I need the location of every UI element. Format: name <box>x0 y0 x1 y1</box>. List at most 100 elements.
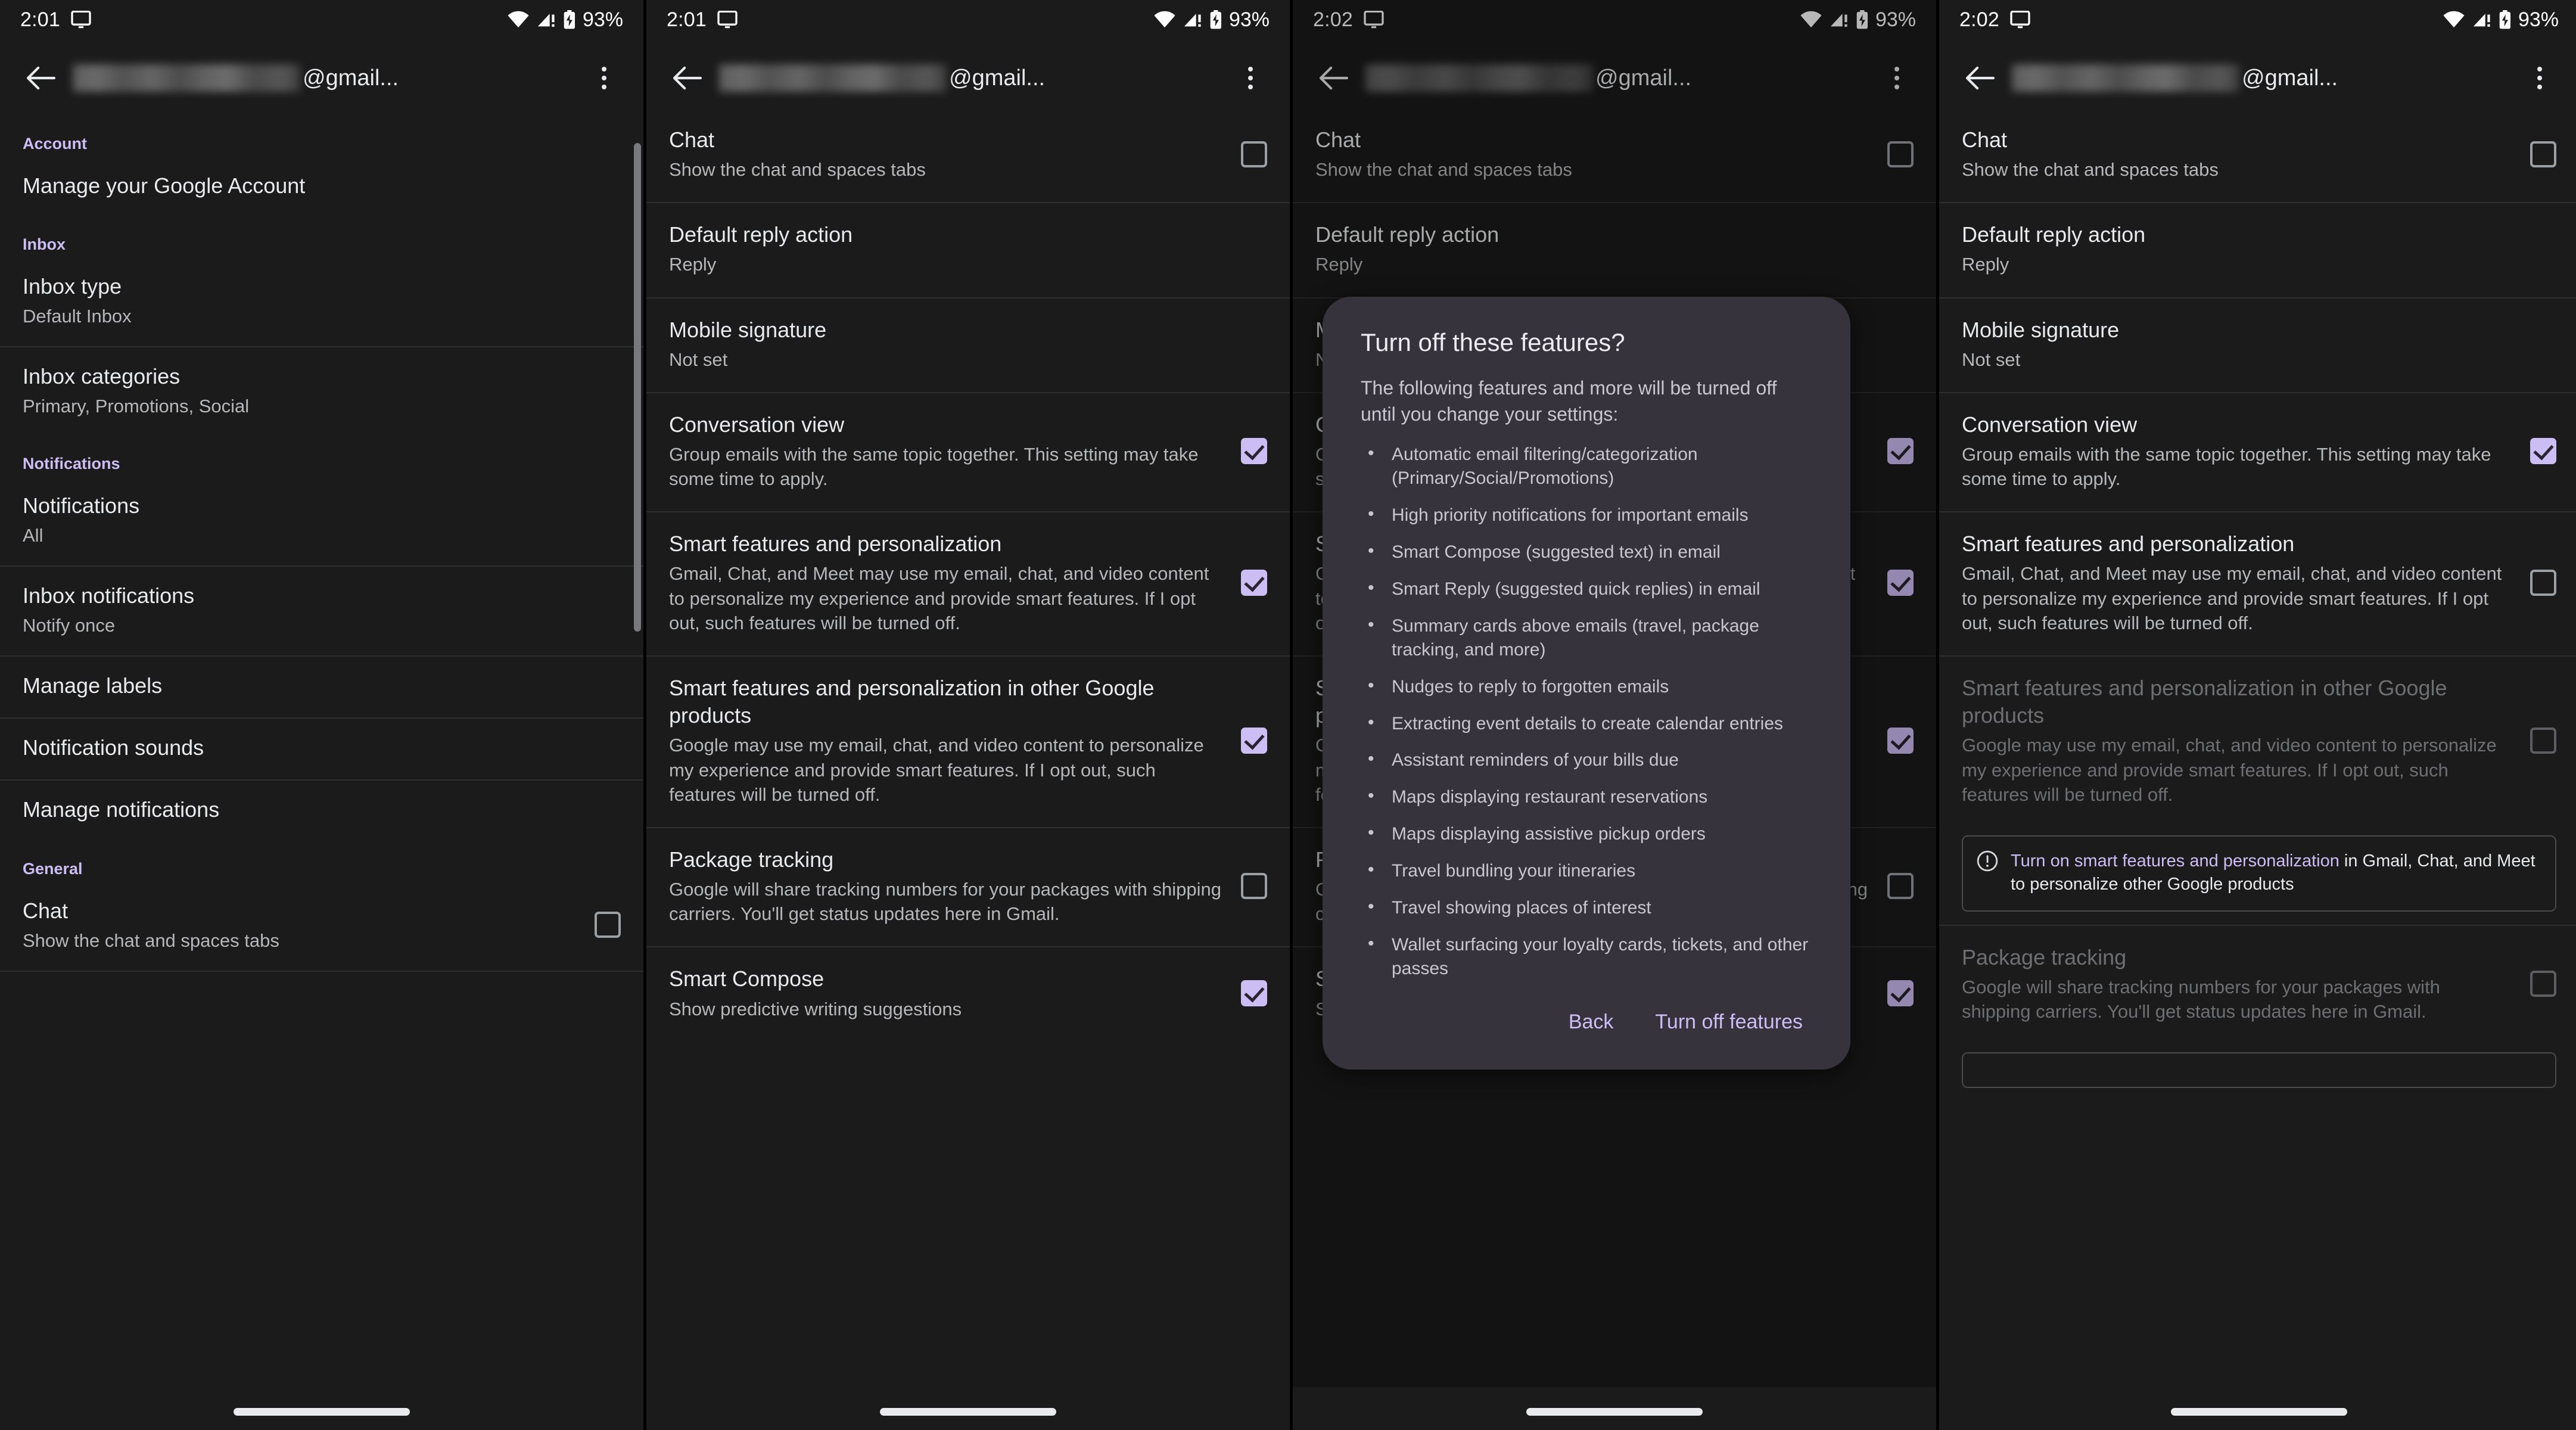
cellular-alert-icon <box>1183 11 1203 29</box>
row-title: Chat <box>23 898 69 923</box>
redacted-email-blur <box>2012 64 2239 92</box>
smart-features-checkbox[interactable] <box>1241 570 1267 596</box>
screenshot-strip: 2:01 93% @gmail... Account Manage your G… <box>0 0 2576 1430</box>
row-subtitle: Show the chat and spaces tabs <box>1962 159 2219 181</box>
section-header-notifications: Notifications <box>23 454 120 472</box>
row-manage-google-account[interactable]: Manage your Google Account <box>0 157 643 217</box>
gesture-home-bar[interactable] <box>880 1408 1056 1416</box>
account-email-suffix: @gmail... <box>949 65 1046 91</box>
kebab-menu-icon[interactable] <box>580 53 628 103</box>
row-package-tracking[interactable]: Package tracking Google will share track… <box>646 828 1290 947</box>
status-time: 2:01 <box>20 8 60 31</box>
row-title: Manage notifications <box>23 797 220 822</box>
row-title: Default reply action <box>669 222 853 247</box>
row-smart-compose[interactable]: Smart Compose Show predictive writing su… <box>646 947 1290 1041</box>
dialog-feature-list: Automatic email filtering/categorization… <box>1323 427 1850 980</box>
wifi-icon <box>2443 11 2465 29</box>
row-manage-labels[interactable]: Manage labels <box>0 657 643 717</box>
row-title: Notifications <box>23 493 140 518</box>
row-title: Conversation view <box>669 412 845 437</box>
package-tracking-info-banner[interactable] <box>1962 1052 2556 1089</box>
row-title: Conversation view <box>1962 412 2138 437</box>
row-manage-notifications[interactable]: Manage notifications <box>0 781 643 841</box>
smart-compose-checkbox[interactable] <box>1241 980 1267 1007</box>
wifi-icon <box>507 11 530 29</box>
account-title[interactable]: @gmail... <box>73 64 580 92</box>
row-default-reply-action[interactable]: Default reply action Reply <box>646 203 1290 297</box>
smart-features-checkbox[interactable] <box>2530 570 2556 596</box>
conversation-view-checkbox[interactable] <box>1241 438 1267 465</box>
chat-checkbox[interactable] <box>595 912 621 938</box>
kebab-menu-icon[interactable] <box>1227 53 1274 103</box>
row-mobile-signature[interactable]: Mobile signature Not set <box>646 299 1290 392</box>
gesture-home-bar[interactable] <box>1526 1408 1703 1416</box>
turn-off-features-button[interactable]: Turn off features <box>1644 1002 1813 1042</box>
smart-features-info-banner[interactable]: Turn on smart features and personalizati… <box>1962 835 2556 912</box>
cellular-alert-icon <box>536 11 556 29</box>
app-toolbar: @gmail... <box>1939 39 2576 117</box>
back-arrow-icon[interactable] <box>662 53 712 103</box>
back-arrow-icon[interactable] <box>15 53 66 103</box>
row-smart-features-other-products[interactable]: Smart features and personalization in ot… <box>646 657 1290 827</box>
list-item: Maps displaying restaurant reservations <box>1361 784 1815 809</box>
row-chat[interactable]: Chat Show the chat and spaces tabs <box>646 117 1290 202</box>
chat-checkbox[interactable] <box>2530 141 2556 167</box>
chat-checkbox[interactable] <box>1241 141 1267 167</box>
list-item: Smart Compose (suggested text) in email <box>1361 539 1815 564</box>
row-subtitle: Gmail, Chat, and Meet may use my email, … <box>1962 563 2502 633</box>
row-subtitle: Show predictive writing suggestions <box>669 998 962 1019</box>
list-item: Assistant reminders of your bills due <box>1361 747 1815 772</box>
smart-features-other-checkbox[interactable] <box>1241 728 1267 754</box>
vertical-scrollbar[interactable] <box>634 143 641 632</box>
settings-list-4: Chat Show the chat and spaces tabs Defau… <box>1939 117 2576 1089</box>
row-subtitle: Default Inbox <box>23 306 132 327</box>
row-chat[interactable]: Chat Show the chat and spaces tabs <box>1939 117 2576 202</box>
row-smart-features[interactable]: Smart features and personalization Gmail… <box>646 512 1290 655</box>
row-conversation-view[interactable]: Conversation view Group emails with the … <box>646 393 1290 512</box>
gesture-home-bar[interactable] <box>234 1408 410 1416</box>
list-item: Smart Reply (suggested quick replies) in… <box>1361 576 1815 601</box>
package-tracking-checkbox[interactable] <box>1241 873 1267 900</box>
row-inbox-type[interactable]: Inbox type Default Inbox <box>0 257 643 346</box>
list-item: Travel bundling your itineraries <box>1361 858 1815 883</box>
cast-icon <box>2010 11 2030 29</box>
row-subtitle: Group emails with the same topic togethe… <box>669 443 1199 490</box>
dialog-body: The following features and more will be … <box>1361 377 1777 425</box>
gesture-home-bar[interactable] <box>2171 1408 2347 1416</box>
back-arrow-icon[interactable] <box>1955 53 2005 103</box>
account-email-suffix: @gmail... <box>303 65 399 91</box>
row-subtitle: Google will share tracking numbers for y… <box>669 879 1222 925</box>
status-bar: 2:01 93% <box>0 0 643 39</box>
row-title: Chat <box>669 128 715 152</box>
account-title[interactable]: @gmail... <box>719 64 1227 92</box>
row-title: Mobile signature <box>1962 317 2120 342</box>
row-notification-sounds[interactable]: Notification sounds <box>0 719 643 779</box>
divider <box>0 970 643 972</box>
list-item: Extracting event details to create calen… <box>1361 711 1815 736</box>
row-title: Inbox categories <box>23 364 181 389</box>
battery-percent: 93% <box>582 8 623 31</box>
kebab-menu-icon[interactable] <box>2516 53 2563 103</box>
account-title[interactable]: @gmail... <box>2012 64 2516 92</box>
row-title: Inbox type <box>23 274 122 299</box>
row-conversation-view[interactable]: Conversation view Group emails with the … <box>1939 393 2576 512</box>
row-chat[interactable]: Chat Show the chat and spaces tabs <box>0 882 643 971</box>
settings-list-2: Chat Show the chat and spaces tabs Defau… <box>646 117 1290 1042</box>
row-smart-features[interactable]: Smart features and personalization Gmail… <box>1939 512 2576 655</box>
row-title: Manage labels <box>23 673 163 698</box>
battery-charging-icon <box>2499 10 2512 29</box>
back-button[interactable]: Back <box>1558 1002 1625 1042</box>
smart-features-other-checkbox <box>2530 728 2556 754</box>
banner-link-text[interactable]: Turn on smart features and personalizati… <box>2011 851 2339 871</box>
row-inbox-categories[interactable]: Inbox categories Primary, Promotions, So… <box>0 347 643 436</box>
row-notifications[interactable]: Notifications All <box>0 477 643 565</box>
row-mobile-signature[interactable]: Mobile signature Not set <box>1939 299 2576 392</box>
row-subtitle: Primary, Promotions, Social <box>23 396 250 417</box>
row-default-reply-action[interactable]: Default reply action Reply <box>1939 203 2576 297</box>
row-subtitle: Reply <box>669 254 717 275</box>
row-inbox-notifications[interactable]: Inbox notifications Notify once <box>0 567 643 655</box>
conversation-view-checkbox[interactable] <box>2530 438 2556 465</box>
row-title: Smart features and personalization in ot… <box>669 676 1155 728</box>
screen-settings-top: 2:01 93% @gmail... Account Manage your G… <box>0 0 643 1430</box>
row-subtitle: Google may use my email, chat, and video… <box>669 735 1204 805</box>
